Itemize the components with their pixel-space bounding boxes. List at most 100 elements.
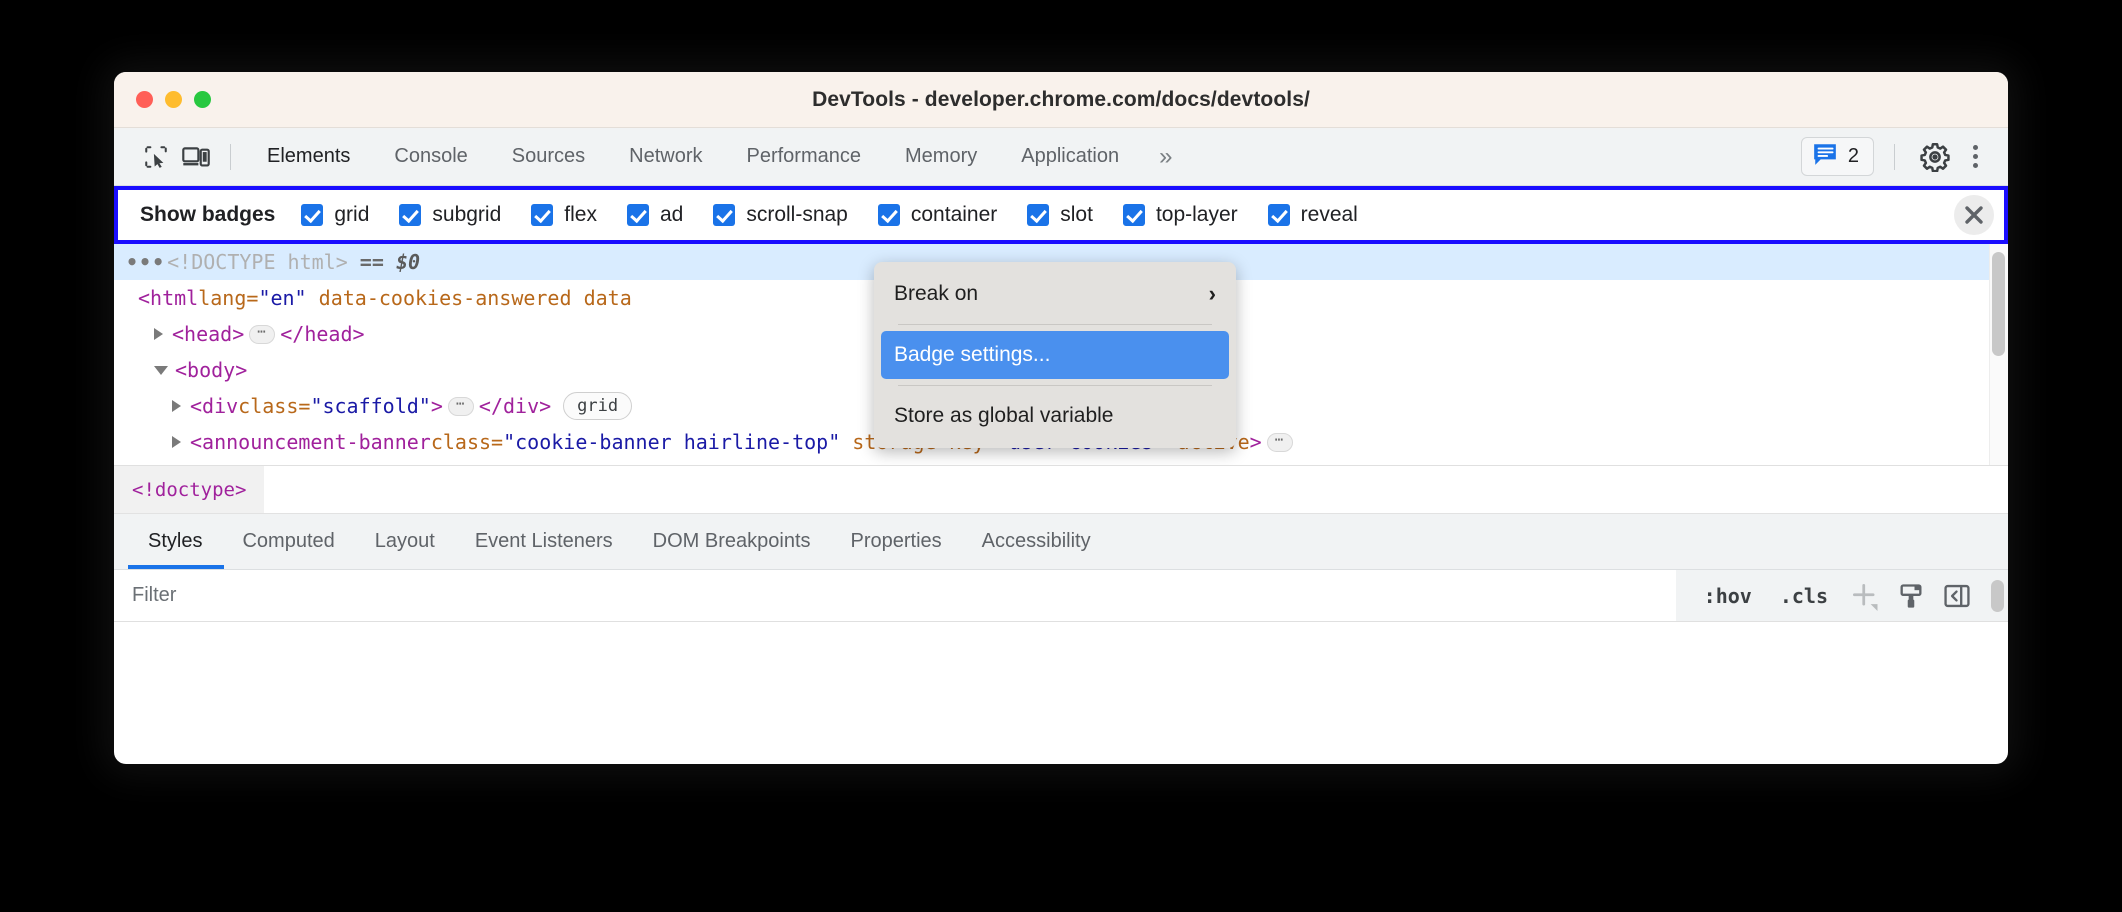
context-menu-label-store-global: Store as global variable — [894, 404, 1114, 427]
more-tabs-chevron-icon[interactable]: » — [1141, 144, 1190, 169]
checkbox-subgrid-box[interactable] — [399, 204, 422, 226]
tab-console[interactable]: Console — [372, 139, 489, 174]
grid-badge[interactable]: grid — [563, 392, 633, 420]
badge-label-subgrid: subgrid — [432, 203, 502, 226]
div-attr-class: class — [238, 394, 299, 418]
banner-gt: > — [1249, 430, 1262, 454]
context-menu-item-break-on[interactable]: Break on › — [874, 270, 1236, 318]
inspect-element-icon[interactable] — [136, 138, 176, 176]
hov-button[interactable]: :hov — [1692, 580, 1764, 612]
tab-sources[interactable]: Sources — [490, 139, 607, 174]
window-titlebar: DevTools - developer.chrome.com/docs/dev… — [114, 72, 2008, 128]
badge-checkbox-scroll-snap[interactable]: scroll-snap — [713, 203, 848, 227]
tab-computed[interactable]: Computed — [222, 514, 354, 569]
filter-input[interactable] — [114, 584, 1676, 607]
close-icon[interactable] — [1954, 195, 1994, 235]
tab-event-listeners[interactable]: Event Listeners — [455, 514, 633, 569]
styles-scrollbar-thumb[interactable] — [1991, 580, 2004, 612]
badge-label-slot: slot — [1060, 203, 1093, 226]
badge-checkbox-subgrid[interactable]: subgrid — [399, 203, 501, 227]
badge-checkbox-slot[interactable]: slot — [1027, 203, 1093, 227]
expand-triangle-icon[interactable] — [154, 328, 163, 340]
context-menu-label-break-on: Break on — [894, 282, 979, 305]
badge-checkbox-reveal[interactable]: reveal — [1267, 203, 1358, 227]
issues-speech-bubble-icon — [1812, 142, 1838, 171]
badge-checkbox-flex[interactable]: flex — [531, 203, 597, 227]
tab-properties[interactable]: Properties — [831, 514, 962, 569]
plus-new-style-rule-icon[interactable] — [1844, 576, 1886, 616]
three-dot-menu-icon[interactable] — [1961, 141, 1990, 172]
tab-dom-breakpoints[interactable]: DOM Breakpoints — [633, 514, 831, 569]
context-menu-divider-2 — [898, 385, 1212, 386]
badge-checkbox-ad[interactable]: ad — [626, 203, 684, 227]
expand-triangle-icon[interactable] — [172, 436, 181, 448]
collapsed-children-icon[interactable]: ⋯ — [1266, 432, 1293, 452]
head-close-tag: </head> — [280, 322, 365, 346]
badge-label-flex: flex — [564, 203, 597, 226]
tab-network[interactable]: Network — [607, 139, 724, 174]
banner-attr-class: class — [430, 430, 492, 454]
device-toolbar-icon[interactable] — [176, 138, 216, 176]
context-menu-item-badge-settings[interactable]: Badge settings... — [881, 331, 1229, 379]
badge-checkbox-grid[interactable]: grid — [301, 203, 369, 227]
tab-memory[interactable]: Memory — [883, 139, 999, 174]
tab-accessibility[interactable]: Accessibility — [962, 514, 1111, 569]
badge-checkbox-container[interactable]: container — [877, 203, 997, 227]
collapsed-children-icon[interactable]: ⋯ — [447, 396, 474, 416]
tab-application[interactable]: Application — [999, 139, 1141, 174]
div-close-tag: </div> — [478, 394, 552, 418]
screenshot-root: DevTools - developer.chrome.com/docs/dev… — [0, 0, 2122, 912]
toolbar-divider — [230, 143, 231, 170]
html-open-tag: <html — [138, 286, 199, 310]
checkbox-grid-box[interactable] — [301, 204, 324, 226]
tab-elements[interactable]: Elements — [245, 139, 372, 174]
chevron-right-icon: › — [1208, 281, 1216, 306]
checkbox-flex-box[interactable] — [531, 204, 554, 226]
context-menu-item-store-global[interactable]: Store as global variable — [874, 392, 1236, 440]
gear-icon[interactable] — [1915, 138, 1955, 176]
badge-label-ad: ad — [659, 203, 684, 226]
html-eq: = — [246, 286, 259, 310]
expand-triangle-icon[interactable] — [172, 400, 181, 412]
tab-styles[interactable]: Styles — [128, 514, 222, 569]
checkbox-container-box[interactable] — [877, 204, 900, 226]
checkbox-top-layer-box[interactable] — [1122, 204, 1145, 226]
tab-layout[interactable]: Layout — [355, 514, 455, 569]
doctype-selector: $0 — [395, 250, 421, 274]
highlight-edge-left — [114, 186, 118, 244]
head-open-tag: <head> — [172, 322, 245, 346]
tab-performance[interactable]: Performance — [725, 139, 884, 174]
active-tab-underline — [128, 565, 224, 569]
html-attr-cookies: data-cookies-answered — [318, 286, 572, 310]
context-menu-divider-1 — [898, 324, 1212, 325]
doctype-lead-dots: ••• — [126, 250, 166, 274]
checkbox-scroll-snap-box[interactable] — [713, 204, 736, 226]
cls-button[interactable]: .cls — [1768, 580, 1840, 612]
issues-button[interactable]: 2 — [1800, 137, 1874, 176]
styles-toolbar-actions: :hov .cls — [1675, 570, 2008, 621]
checkbox-slot-box[interactable] — [1027, 204, 1050, 226]
badge-label-grid: grid — [334, 203, 370, 226]
div-val-class: "scaffold" — [310, 394, 431, 418]
html-attr-lang: lang — [198, 286, 247, 310]
paintbrush-icon[interactable] — [1890, 576, 1932, 616]
devtools-window: DevTools - developer.chrome.com/docs/dev… — [114, 72, 2008, 764]
issues-count: 2 — [1847, 145, 1859, 167]
breadcrumb: <!doctype> — [114, 466, 2008, 514]
context-menu: Break on › Badge settings... Store as gl… — [874, 262, 1236, 448]
doctype-equals: == — [359, 250, 384, 274]
div-gt: > — [430, 394, 443, 418]
checkbox-reveal-box[interactable] — [1267, 204, 1290, 226]
checkbox-ad-box[interactable] — [626, 204, 649, 226]
collapsed-children-icon[interactable]: ⋯ — [249, 324, 276, 344]
badge-checkbox-top-layer[interactable]: top-layer — [1122, 203, 1238, 227]
banner-val-class: "cookie-banner hairline-top" — [503, 430, 841, 454]
toggle-sidebar-icon[interactable] — [1936, 576, 1978, 616]
show-badges-label: Show badges — [140, 203, 276, 226]
dom-tree-scrollbar-thumb[interactable] — [1992, 252, 2005, 356]
styles-filter-bar: :hov .cls — [114, 570, 2008, 622]
html-val-lang: "en" — [258, 286, 307, 310]
collapse-triangle-icon[interactable] — [154, 365, 168, 375]
breadcrumb-item-doctype[interactable]: <!doctype> — [114, 466, 265, 513]
dom-tree-panel[interactable]: ••• <!DOCTYPE html> == $0 <html lang = "en"… — [114, 244, 2008, 466]
